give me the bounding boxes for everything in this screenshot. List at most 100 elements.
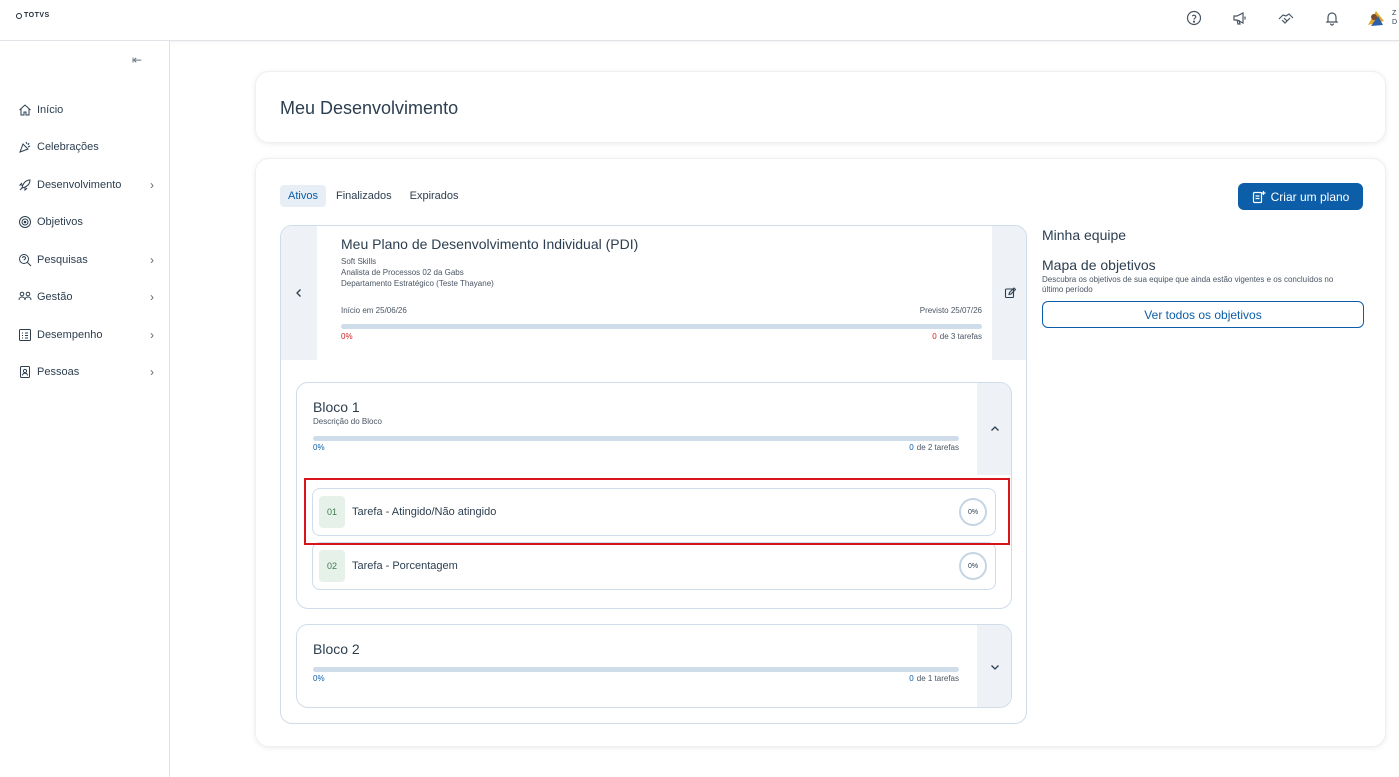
badge-icon [20,366,30,379]
sidebar-item-celebracoes[interactable]: Celebrações [18,129,154,167]
title-card: Meu Desenvolvimento [255,71,1386,143]
page-title: Meu Desenvolvimento [280,98,459,118]
create-plan-button[interactable]: Criar um plano [1238,183,1363,210]
plan-total-tasks: de 3 tarefas [939,332,982,341]
block-1: Bloco 1 Descrição do Bloco 0% 0 de 2 tare… [296,382,1012,609]
collapse-sidebar-icon[interactable]: ⇤ [132,53,142,67]
block-2: Bloco 2 0% 0 de 1 tarefas [296,624,1012,708]
chevron-right-icon: › [150,252,154,267]
plan-panel: Meu Plano de Desenvolvimento Individual … [280,225,1027,724]
home-icon [19,104,31,116]
list-icon [19,328,31,341]
user-initials: ZD [1392,10,1398,26]
block-progress-percent: 0% [313,674,325,683]
chevron-down-icon [991,665,999,670]
sidebar-item-label: Pessoas [37,366,80,379]
block-header[interactable]: Bloco 2 0% 0 de 1 tarefas [297,625,1011,707]
team-panel: Minha equipe Mapa de objetivos Descubra … [1042,227,1364,328]
tab-finalizados[interactable]: Finalizados [328,185,400,207]
plan-header: Meu Plano de Desenvolvimento Individual … [281,226,1026,360]
sidebar-item-label: Pesquisas [37,253,88,266]
sidebar-item-label: Desenvolvimento [37,178,122,191]
block-total-tasks: de 2 tarefas [916,443,959,452]
people-icon [18,291,32,301]
plan-info: Meu Plano de Desenvolvimento Individual … [341,236,982,289]
previous-plan-button[interactable] [281,226,317,360]
block-done-count: 0 [909,443,914,452]
block-progress-bar [313,436,959,441]
objectives-map-description: Descubra os objetivos de sua equipe que … [1042,275,1334,294]
task-progress-ring: 0% [959,498,987,526]
task-number: 02 [319,550,345,582]
plan-dates: Início em 25/06/26 Previsto 25/07/26 [341,306,982,315]
sidebar-item-desempenho[interactable]: Desempenho › [18,316,154,354]
task-row[interactable]: 02 Tarefa - Porcentagem 0% [312,542,996,590]
sidebar-item-label: Gestão [37,291,73,304]
block-title: Bloco 1 [313,399,360,415]
bell-icon[interactable] [1322,8,1342,28]
block-progress-meta: 0% 0 de 2 tarefas [313,443,959,452]
block-done-count: 0 [909,674,914,683]
sidebar-item-pesquisas[interactable]: Pesquisas › [18,241,154,279]
plan-done-count: 0 [932,332,937,341]
create-plan-label: Criar um plano [1270,189,1350,204]
expand-block-button[interactable] [977,625,1011,707]
plan-due-date: Previsto 25/07/26 [919,306,982,315]
sidebar-item-desenvolvimento[interactable]: Desenvolvimento › [18,166,154,204]
megaphone-icon[interactable] [1230,8,1250,28]
add-document-icon [1252,190,1266,203]
tab-expirados[interactable]: Expirados [402,185,467,207]
team-title: Minha equipe [1042,227,1127,243]
handshake-icon[interactable] [1276,8,1296,28]
totvs-logo[interactable]: TOTVS [16,12,50,19]
collapse-block-button[interactable] [977,383,1011,475]
block-total-tasks: de 1 tarefas [916,674,959,683]
plan-department: Departamento Estratégico (Teste Thayane) [341,279,494,288]
chevron-right-icon: › [150,365,154,380]
task-name: Tarefa - Porcentagem [352,560,458,572]
task-number: 01 [319,496,345,528]
plan-start-date: Início em 25/06/26 [341,306,407,315]
target-icon [19,216,31,229]
edit-icon [1004,287,1016,299]
rocket-icon [18,179,31,191]
task-row[interactable]: 01 Tarefa - Atingido/Não atingido 0% [312,488,996,536]
sidebar-item-gestao[interactable]: Gestão › [18,279,154,317]
view-all-objectives-button[interactable]: Ver todos os objetivos [1042,301,1364,328]
plan-progress-bar [341,324,982,329]
block-progress-bar [313,667,959,672]
plan-progress-meta: 0% 0 de 3 tarefas [341,332,982,341]
block-description: Descrição do Bloco [313,417,382,426]
block-progress-percent: 0% [313,443,325,452]
block-header[interactable]: Bloco 1 Descrição do Bloco 0% 0 de 2 tare… [297,383,1011,475]
sidebar-item-inicio[interactable]: Início [18,91,154,129]
avatar[interactable] [1364,7,1388,31]
chevron-left-icon [296,289,301,297]
plan-tabs: Ativos Finalizados Expirados [280,185,469,207]
top-bar: TOTVS ZD [0,0,1399,41]
sidebar-item-label: Objetivos [37,216,83,229]
sidebar-item-label: Celebrações [37,141,99,154]
chevron-right-icon: › [150,327,154,342]
plan-title: Meu Plano de Desenvolvimento Individual … [341,236,639,252]
sidebar-nav: Início Celebrações Desenvolvimento › Obj… [18,91,154,391]
plan-progress-percent: 0% [341,332,353,341]
objectives-map-title: Mapa de objetivos [1042,257,1156,273]
main-card: Ativos Finalizados Expirados Criar um pl… [255,158,1386,747]
sidebar-item-label: Desempenho [37,328,103,341]
task-name: Tarefa - Atingido/Não atingido [352,506,497,518]
sidebar-item-pessoas[interactable]: Pessoas › [18,354,154,392]
sidebar-item-objetivos[interactable]: Objetivos [18,204,154,242]
chevron-right-icon: › [150,177,154,192]
sidebar-item-label: Início [37,103,64,116]
survey-icon [19,253,32,267]
plan-subtitle: Soft Skills [341,257,377,266]
edit-plan-button[interactable] [992,226,1026,360]
sidebar: ⇤ Início Celebrações Desenvolvimento › O… [0,41,170,777]
chevron-right-icon: › [150,290,154,305]
block-progress-meta: 0% 0 de 1 tarefas [313,674,959,683]
tab-ativos[interactable]: Ativos [280,185,326,207]
help-icon[interactable] [1184,8,1204,28]
task-progress-ring: 0% [959,552,987,580]
party-icon [19,142,31,154]
